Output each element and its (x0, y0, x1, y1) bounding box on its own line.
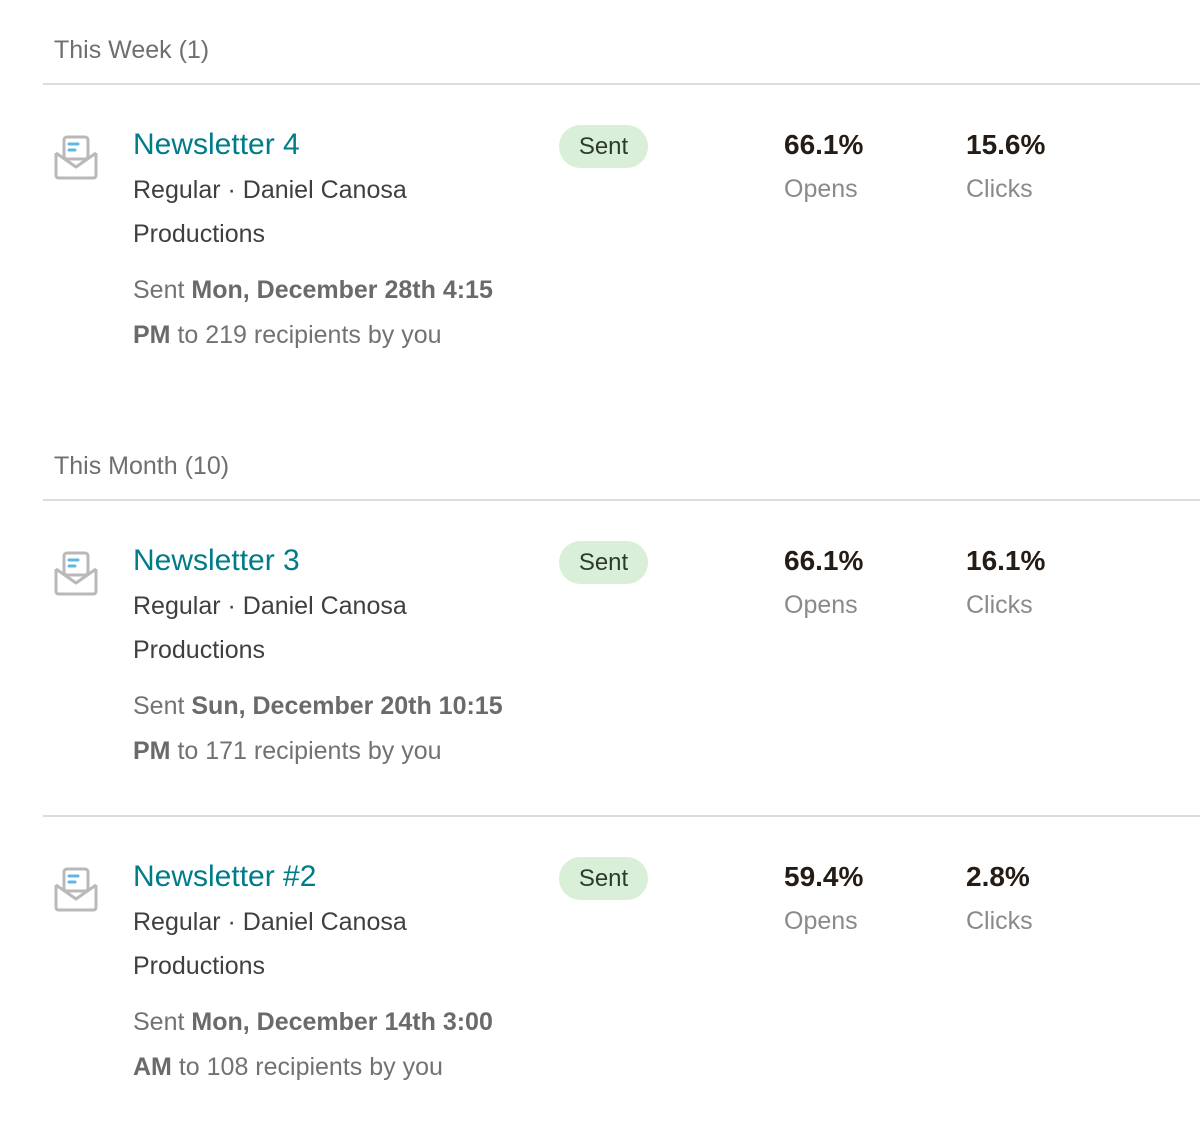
opens-label: Opens (784, 907, 858, 935)
email-campaign-icon (53, 867, 99, 913)
divider (43, 499, 1200, 501)
divider (43, 815, 1200, 817)
sent-prefix: Sent (133, 276, 192, 304)
group-header-this-week: This Week (1) (54, 36, 210, 64)
campaign-row[interactable]: Newsletter #2 Regular · Daniel Canosa Pr… (0, 857, 1200, 1117)
opens-value: 59.4% (784, 861, 864, 892)
status-badge: Sent (559, 541, 648, 584)
status-badge: Sent (559, 125, 648, 168)
opens-value: 66.1% (784, 129, 864, 160)
sent-prefix: Sent (133, 1008, 192, 1036)
opens-value: 66.1% (784, 545, 864, 576)
campaign-row[interactable]: Newsletter 3 Regular · Daniel Canosa Pro… (0, 541, 1200, 801)
opens-label: Opens (784, 591, 858, 619)
sent-suffix: to 108 recipients by you (171, 1053, 443, 1081)
email-campaign-icon (53, 135, 99, 181)
campaign-title-link[interactable]: Newsletter 3 (133, 541, 300, 581)
sent-prefix: Sent (133, 692, 192, 720)
clicks-stat: 15.6% Clicks (966, 127, 1045, 207)
divider (43, 83, 1200, 85)
clicks-value: 15.6% (966, 129, 1046, 160)
opens-label: Opens (784, 175, 858, 203)
campaign-meta: Regular · Daniel Canosa Productions (133, 592, 407, 664)
email-campaign-icon (53, 551, 99, 597)
campaign-sent-info: Sent Sun, December 20th 10:15 PM to 171 … (133, 684, 533, 774)
campaign-sent-info: Sent Mon, December 14th 3:00 AM to 108 r… (133, 1000, 533, 1090)
status-badge: Sent (559, 857, 648, 900)
sent-suffix: to 219 recipients by you (170, 321, 442, 349)
clicks-label: Clicks (966, 907, 1033, 935)
clicks-value: 2.8% (966, 861, 1030, 892)
opens-stat: 66.1% Opens (784, 127, 863, 207)
opens-stat: 66.1% Opens (784, 543, 863, 623)
clicks-label: Clicks (966, 591, 1033, 619)
campaign-sent-info: Sent Mon, December 28th 4:15 PM to 219 r… (133, 268, 533, 358)
group-header-this-month: This Month (10) (54, 452, 230, 480)
campaign-title-link[interactable]: Newsletter #2 (133, 857, 316, 897)
campaign-title-link[interactable]: Newsletter 4 (133, 125, 300, 165)
opens-stat: 59.4% Opens (784, 859, 863, 939)
campaign-meta: Regular · Daniel Canosa Productions (133, 908, 407, 980)
clicks-stat: 2.8% Clicks (966, 859, 1033, 939)
clicks-value: 16.1% (966, 545, 1046, 576)
campaign-meta: Regular · Daniel Canosa Productions (133, 176, 407, 248)
campaign-row[interactable]: Newsletter 4 Regular · Daniel Canosa Pro… (0, 125, 1200, 385)
clicks-stat: 16.1% Clicks (966, 543, 1045, 623)
sent-suffix: to 171 recipients by you (170, 737, 442, 765)
clicks-label: Clicks (966, 175, 1033, 203)
